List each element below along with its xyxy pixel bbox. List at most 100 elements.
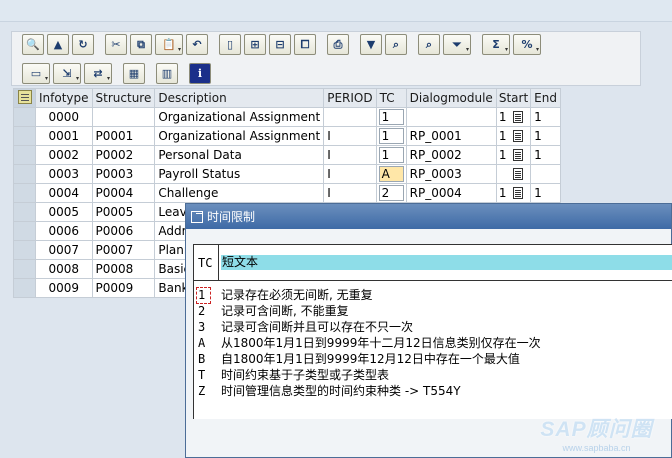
subtotal-button[interactable]: % ▾ [513,34,541,55]
cell-structure: P0003 [91,164,156,184]
cell-infotype: 0005 [35,202,93,222]
row-selector[interactable] [13,240,36,260]
dialog-title-bar[interactable]: 时间限制 [186,204,671,229]
row-selector[interactable] [13,183,36,203]
tc-input[interactable]: 1 [378,147,404,163]
cut-button[interactable]: ✂ [105,34,127,55]
cell-start: 1 [495,126,532,146]
cell-infotype: 0001 [35,126,93,146]
row-selector[interactable] [13,145,36,165]
row-selector[interactable] [13,278,36,298]
dialog-window-icon [191,210,203,223]
col-header-end[interactable]: End [530,88,562,108]
cell-start: 1 [495,107,532,127]
constraint-option[interactable]: T 时间约束基于子类型或子类型表 [198,367,541,383]
sum-button[interactable]: Σ ▾ [482,34,510,55]
tc-input[interactable]: 1 [378,109,404,125]
row-selector[interactable] [13,221,36,241]
select-all-column-header[interactable] [13,88,36,108]
insert-row-button[interactable]: ⊞ [244,34,266,55]
col-header-description[interactable]: Description [154,88,325,108]
new-entry-icon: ▯ [226,38,234,51]
col-header-infotype[interactable]: Infotype [35,88,93,108]
constraint-option[interactable]: B 自1800年1月1日到9999年12月12日中存在一个最大值 [198,351,541,367]
select-all-icon[interactable] [18,89,32,104]
start-field: 1 [499,129,528,143]
cell-period: I [323,183,377,203]
value-help-icon[interactable] [512,130,523,142]
row-selector[interactable] [13,164,36,184]
table-row: 0003 P0003 Payroll Status I A RP_0003 [13,164,562,184]
choose-button[interactable]: ▲ [47,34,69,55]
constraint-option[interactable]: 3 记录可含间断并且可以存在不只一次 [198,319,541,335]
subtotal-icon: % [521,38,533,51]
print-preview-button[interactable]: ▭ ▾ [22,63,50,84]
option-code: 1 [196,287,221,304]
value-help-icon[interactable] [512,187,523,199]
duplicate-row-button[interactable]: ⧠ [294,34,316,55]
constraint-options-list: 1 记录存在必须无间断, 无重复 2 记录可含间断, 不能重复 3 记录可含间断并且可以存… [196,287,541,399]
col-header-dialogmodule[interactable]: Dialogmodule [405,88,497,108]
display-change-button[interactable]: 🔍 [22,34,44,55]
cell-end [530,164,562,184]
layout-button[interactable]: ▦ [123,63,145,84]
info-icon: i [197,67,203,80]
cell-structure: P0004 [91,183,156,203]
find-next-button[interactable]: ⌕ [418,34,440,55]
cell-infotype: 0002 [35,145,93,165]
export-button[interactable]: ⇲ ▾ [53,63,81,84]
value-help-icon[interactable] [512,149,523,161]
graphic-button[interactable]: ▥ [156,63,178,84]
info-button[interactable]: i [189,63,211,84]
table-row: 0002 P0002 Personal Data I 1 RP_0002 1 1 [13,145,562,165]
list-header-short-text: 短文本 [221,255,672,270]
option-code: Z [198,384,206,398]
constraint-option[interactable]: 1 记录存在必须无间断, 无重复 [196,287,541,304]
row-selector[interactable] [13,202,36,222]
undo-icon: ↶ [192,38,202,51]
col-header-tc[interactable]: TC [375,88,407,108]
row-selector[interactable] [13,259,36,279]
cell-description: Personal Data [154,145,325,165]
col-header-start[interactable]: Start [495,88,532,108]
table-row: 0004 P0004 Challenge I 2 RP_0004 1 1 [13,183,562,203]
option-text: 时间管理信息类型的时间约束种类 -> T554Y [221,384,461,398]
dropdown-arrow-icon: ▾ [106,75,110,82]
cell-tc: 1 [375,126,407,146]
delete-row-icon: ⊟ [275,38,285,51]
col-header-structure[interactable]: Structure [91,88,156,108]
copy-button[interactable]: ⧉ [130,34,152,55]
row-selector[interactable] [13,107,36,127]
find-button[interactable]: ⌕ [385,34,407,55]
set-filter-button[interactable]: ⏷ ▾ [443,34,471,55]
option-code: 2 [198,304,206,318]
cell-end: 1 [530,183,562,203]
paste-icon: 📋 [162,38,176,51]
delete-row-button[interactable]: ⊟ [269,34,291,55]
value-help-icon[interactable] [512,111,523,123]
cell-infotype: 0009 [35,278,93,298]
paste-button[interactable]: 📋 ▾ [155,34,183,55]
refresh-button[interactable]: ↻ [72,34,94,55]
value-help-icon[interactable] [512,168,523,180]
print-button[interactable]: ⎙ [327,34,349,55]
cell-tc: 2 [375,183,407,203]
row-selector[interactable] [13,126,36,146]
undo-button[interactable]: ↶ [186,34,208,55]
set-filter-icon: ⏷ [452,37,462,51]
views-button[interactable]: ⇄ ▾ [84,63,112,84]
col-header-period[interactable]: PERIOD [323,88,377,108]
new-entry-button[interactable]: ▯ [219,34,241,55]
tc-input[interactable]: 1 [378,128,404,144]
cell-end: 1 [530,126,562,146]
cell-end: 1 [530,107,562,127]
list-header-divider [218,245,219,281]
tc-input[interactable]: A [378,166,404,182]
filter-button[interactable]: ▼ [360,34,382,55]
tc-input[interactable]: 2 [378,185,404,201]
constraint-option[interactable]: A 从1800年1月1日到9999年十二月12日信息类别仅存在一次 [198,335,541,351]
cell-infotype: 0008 [35,259,93,279]
cell-description: Challenge [154,183,325,203]
constraint-option[interactable]: Z 时间管理信息类型的时间约束种类 -> T554Y [198,383,541,399]
constraint-option[interactable]: 2 记录可含间断, 不能重复 [198,303,541,319]
